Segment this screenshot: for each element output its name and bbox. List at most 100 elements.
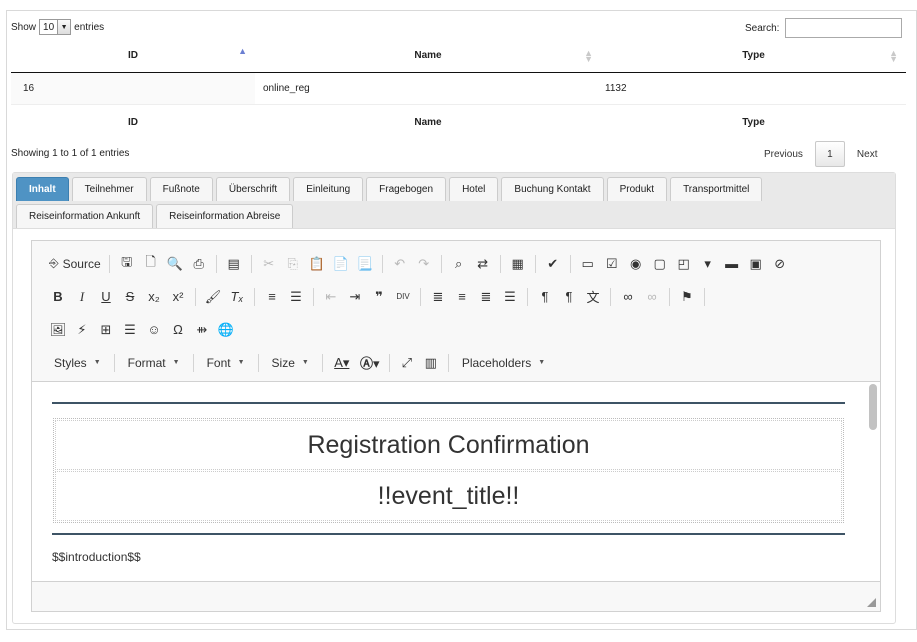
align-right-icon[interactable]: ≣ xyxy=(474,285,498,309)
select-icon[interactable]: ▾ xyxy=(696,252,720,276)
iframe-icon[interactable]: 🌐 xyxy=(214,318,238,342)
div-icon[interactable]: DIV xyxy=(391,285,415,309)
image-icon[interactable]: 🖼 xyxy=(46,318,70,342)
tab-reiseinformation-abreise[interactable]: Reiseinformation Abreise xyxy=(156,204,294,228)
copy-icon[interactable]: ⎘ xyxy=(281,252,305,276)
maximize-icon[interactable]: ⤢ xyxy=(395,351,419,375)
replace-icon[interactable]: ⇄ xyxy=(471,252,495,276)
spellcheck-icon[interactable]: ✔ xyxy=(541,252,565,276)
tab-reiseinformation-ankunft[interactable]: Reiseinformation Ankunft xyxy=(16,204,154,228)
resize-handle-icon[interactable] xyxy=(867,598,876,607)
textarea-icon[interactable]: ◰ xyxy=(672,252,696,276)
entries-length-control: Show 10 ▼ entries xyxy=(11,19,104,35)
flash-icon[interactable]: ⚡ xyxy=(70,318,94,342)
column-header-id[interactable]: ID ▲ xyxy=(11,40,255,73)
italic-icon[interactable]: I xyxy=(70,285,94,309)
show-blocks-icon[interactable]: ▥ xyxy=(419,351,443,375)
column-header-name[interactable]: Name ▲ ▼ xyxy=(255,40,601,73)
tab-transportmittel[interactable]: Transportmittel xyxy=(670,177,763,201)
textfield-icon[interactable]: ▢ xyxy=(648,252,672,276)
source-button[interactable]: ⎆ Source xyxy=(46,252,104,276)
tab-teilnehmer[interactable]: Teilnehmer xyxy=(71,177,147,201)
ltr-icon[interactable]: ¶ xyxy=(533,285,557,309)
paste-text-icon[interactable]: 📄 xyxy=(329,252,353,276)
justify-icon[interactable]: ☰ xyxy=(498,285,522,309)
table-icon[interactable]: ⊞ xyxy=(94,318,118,342)
tab-fragebogen[interactable]: Fragebogen xyxy=(366,177,447,201)
format-dropdown[interactable]: Format ▼ xyxy=(120,351,188,375)
smiley-icon[interactable]: ☺ xyxy=(142,318,166,342)
strike-icon[interactable]: S xyxy=(118,285,142,309)
remove-format-icon[interactable]: Tₓ xyxy=(225,285,249,309)
underline-icon[interactable]: U xyxy=(94,285,118,309)
subscript-icon[interactable]: x₂ xyxy=(142,285,166,309)
align-left-icon[interactable]: ≣ xyxy=(426,285,450,309)
show-label: Show xyxy=(11,21,37,33)
save-icon[interactable]: 🖫 xyxy=(115,252,139,276)
anchor-icon[interactable]: ⚑ xyxy=(675,285,699,309)
editor-content[interactable]: Registration Confirmation !!event_title!… xyxy=(32,381,880,582)
bold-icon[interactable]: B xyxy=(46,285,70,309)
text-color-icon[interactable]: A▾ xyxy=(328,351,356,375)
bulleted-list-icon[interactable]: ☰ xyxy=(284,285,308,309)
tab-buchung-kontakt[interactable]: Buchung Kontakt xyxy=(501,177,604,201)
rtl-icon[interactable]: ¶ xyxy=(557,285,581,309)
hidden-field-icon[interactable]: ⊘ xyxy=(768,252,792,276)
next-button[interactable]: Next xyxy=(853,149,882,160)
sort-asc-icon: ▲ xyxy=(238,46,247,56)
unlink-icon[interactable]: ∞ xyxy=(640,285,664,309)
background-color-icon[interactable]: Ⓐ▾ xyxy=(356,351,384,375)
search-input[interactable] xyxy=(785,18,903,38)
align-center-icon[interactable]: ≡ xyxy=(450,285,474,309)
indent-icon[interactable]: ⇥ xyxy=(343,285,367,309)
editor-toolbar: ⎆Source 🖫 🗋 🔍 ⎙ ▤ ✂ ⎘ 📋 � xyxy=(32,241,880,379)
numbered-list-icon[interactable]: ≡ xyxy=(260,285,284,309)
blockquote-icon[interactable]: ❞ xyxy=(367,285,391,309)
checkbox-icon[interactable]: ☑ xyxy=(600,252,624,276)
paste-icon[interactable]: 📋 xyxy=(305,252,329,276)
table-search: Search: xyxy=(745,18,903,38)
styles-dropdown[interactable]: Styles ▼ xyxy=(46,351,109,375)
previous-button[interactable]: Previous xyxy=(760,149,807,160)
sort-both-icon: ▲ ▼ xyxy=(584,48,593,64)
tab-ueberschrift[interactable]: Überschrift xyxy=(215,177,291,201)
button-icon[interactable]: ▬ xyxy=(720,252,744,276)
outdent-icon[interactable]: ⇤ xyxy=(319,285,343,309)
print-icon[interactable]: ⎙ xyxy=(187,252,211,276)
page-button-1[interactable]: 1 xyxy=(814,141,845,167)
paste-word-icon[interactable]: 📃 xyxy=(353,252,377,276)
undo-icon[interactable]: ↶ xyxy=(388,252,412,276)
link-icon[interactable]: ∞ xyxy=(616,285,640,309)
find-icon[interactable]: ⌕ xyxy=(447,252,471,276)
templates-icon[interactable]: ▤ xyxy=(222,252,246,276)
select-all-icon[interactable]: ▦ xyxy=(506,252,530,276)
entries-length-select[interactable]: 10 ▼ xyxy=(39,19,72,35)
redo-icon[interactable]: ↷ xyxy=(412,252,436,276)
form-icon[interactable]: ▭ xyxy=(576,252,600,276)
table-row[interactable]: 16 online_reg 1132 xyxy=(11,72,906,105)
tab-einleitung[interactable]: Einleitung xyxy=(293,177,364,201)
cut-icon[interactable]: ✂ xyxy=(257,252,281,276)
heading-cell[interactable]: Registration Confirmation xyxy=(55,420,842,470)
tab-fussnote[interactable]: Fußnote xyxy=(149,177,213,201)
radio-icon[interactable]: ◉ xyxy=(624,252,648,276)
language-icon[interactable]: 文 xyxy=(581,285,605,309)
event-title-cell[interactable]: !!event_title!! xyxy=(55,471,842,521)
preview-icon[interactable]: 🔍 xyxy=(163,252,187,276)
editor-scrollbar[interactable] xyxy=(869,384,877,430)
tab-inhalt[interactable]: Inhalt xyxy=(16,177,69,201)
copy-format-icon[interactable]: 🖌 xyxy=(201,285,225,309)
horizontal-rule-icon[interactable]: ☰ xyxy=(118,318,142,342)
new-page-icon[interactable]: 🗋 xyxy=(139,252,163,276)
placeholders-dropdown[interactable]: Placeholders ▼ xyxy=(454,351,553,375)
special-char-icon[interactable]: Ω xyxy=(166,318,190,342)
font-dropdown[interactable]: Font ▼ xyxy=(199,351,253,375)
tab-produkt[interactable]: Produkt xyxy=(606,177,668,201)
column-header-type[interactable]: Type ▲ ▼ xyxy=(601,40,906,73)
tab-hotel[interactable]: Hotel xyxy=(449,177,499,201)
superscript-icon[interactable]: x² xyxy=(166,285,190,309)
image-button-icon[interactable]: ▣ xyxy=(744,252,768,276)
size-dropdown[interactable]: Size ▼ xyxy=(264,351,317,375)
page-break-icon[interactable]: ⇻ xyxy=(190,318,214,342)
toolbar-separator xyxy=(108,254,110,273)
